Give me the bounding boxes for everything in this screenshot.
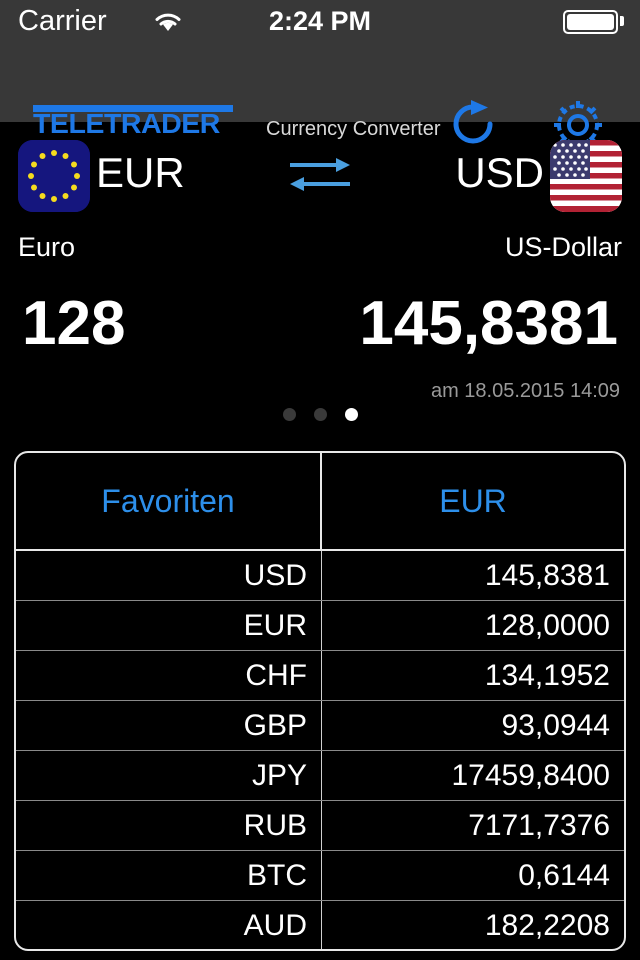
page-indicator xyxy=(0,404,640,424)
table-header-favorites[interactable]: Favoriten xyxy=(16,453,322,549)
table-row[interactable]: BTC 0,6144 xyxy=(16,851,624,901)
page-title: Currency Converter xyxy=(266,118,441,140)
table-cell-rate: 182,2208 xyxy=(484,909,610,942)
table-cell-rate: 128,0000 xyxy=(484,608,610,642)
table-row[interactable]: EUR 128,0000 xyxy=(16,601,624,651)
table-row[interactable]: AUD 182,2208 xyxy=(16,901,624,949)
from-amount-value[interactable]: 128 xyxy=(22,292,125,356)
table-row[interactable]: CHF 134,1952 xyxy=(16,651,624,701)
table-body: USD 145,8381 EUR 128,0000 CHF 134,1952 GBP 93,0… xyxy=(16,551,624,949)
battery-full-icon xyxy=(563,10,618,34)
table-cell-currency-code: RUB xyxy=(16,801,322,850)
swap-arrows-icon xyxy=(290,158,350,191)
page-dot-1[interactable] xyxy=(282,407,296,421)
page-dot-2[interactable] xyxy=(313,407,327,421)
nav-bar: TELETRADER Currency Converter xyxy=(0,40,640,149)
us-flag-icon[interactable] xyxy=(550,140,622,212)
table-cell-rate: 93,0944 xyxy=(501,708,610,742)
from-currency-code[interactable]: EUR xyxy=(96,152,185,194)
from-currency-name: Euro xyxy=(18,232,76,262)
to-currency-code[interactable]: USD xyxy=(455,152,544,194)
table-cell-currency-code: GBP xyxy=(16,701,322,750)
battery-nub xyxy=(620,16,624,26)
to-amount-value[interactable]: 145,8381 xyxy=(359,292,618,356)
refresh-button[interactable] xyxy=(446,98,500,150)
eu-flag-icon[interactable] xyxy=(18,140,90,212)
table-cell-currency-code: EUR xyxy=(16,601,322,650)
table-cell-currency-code: USD xyxy=(16,551,322,600)
table-row[interactable]: GBP 93,0944 xyxy=(16,701,624,751)
table-cell-rate: 0,6144 xyxy=(518,858,610,892)
logo-text: TELETRADER xyxy=(33,108,220,139)
status-bar: Carrier 2:24 PM xyxy=(0,0,640,40)
table-cell-currency-code: AUD xyxy=(16,901,322,949)
clock-label: 2:24 PM xyxy=(268,6,372,36)
favorites-table: Favoriten EUR USD 145,8381 EUR 128,0000 CHF 1… xyxy=(14,451,626,951)
table-cell-rate: 145,8381 xyxy=(484,558,610,592)
teletrader-logo[interactable]: TELETRADER xyxy=(33,105,233,139)
table-row[interactable]: USD 145,8381 xyxy=(16,551,624,601)
table-header-row: Favoriten EUR xyxy=(16,453,624,551)
swap-button[interactable] xyxy=(288,156,352,192)
table-cell-rate: 134,1952 xyxy=(484,658,610,692)
page-dot-3[interactable] xyxy=(344,407,358,421)
table-header-base-currency[interactable]: EUR xyxy=(322,453,624,549)
to-currency-name: US-Dollar xyxy=(504,232,622,262)
refresh-icon xyxy=(453,100,493,144)
app-root: Carrier 2:24 PM TELETRADER Currency Conv… xyxy=(0,0,640,960)
rate-timestamp: am 18.05.2015 14:09 xyxy=(430,380,620,402)
table-row[interactable]: RUB 7171,7376 xyxy=(16,801,624,851)
table-cell-currency-code: JPY xyxy=(16,751,322,800)
table-cell-currency-code: CHF xyxy=(16,651,322,700)
table-row[interactable]: JPY 17459,8400 xyxy=(16,751,624,801)
table-cell-rate: 7171,7376 xyxy=(468,808,610,842)
table-cell-rate: 17459,8400 xyxy=(451,758,611,792)
table-cell-currency-code: BTC xyxy=(16,851,322,900)
